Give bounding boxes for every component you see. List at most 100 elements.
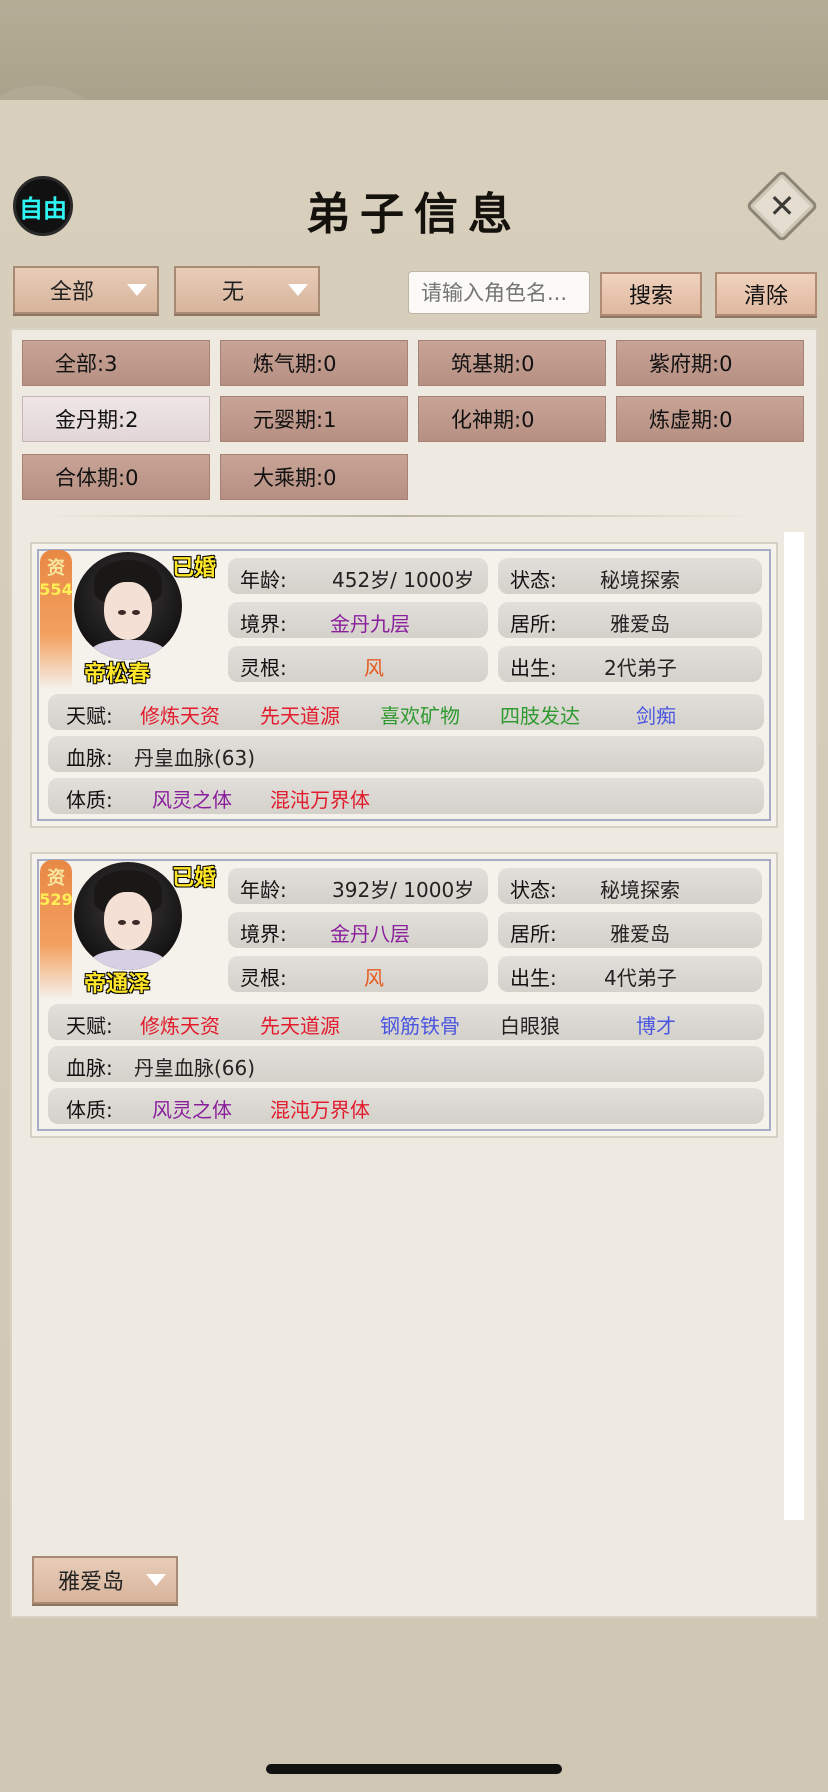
status-row: 状态: 秘境探索: [498, 558, 762, 594]
talent-tag[interactable]: 修炼天资: [140, 700, 220, 729]
category-dropdown[interactable]: 全部: [13, 266, 159, 314]
chevron-down-icon: [146, 1574, 166, 1586]
age-value: 452岁/ 1000岁: [332, 568, 475, 592]
birth-value: 2代弟子: [604, 656, 677, 680]
stage-filter-button[interactable]: 金丹期:2: [22, 396, 210, 442]
avatar[interactable]: [74, 862, 182, 970]
stage-filter-button[interactable]: 全部:3: [22, 340, 210, 386]
spirit-root-label: 灵根:: [240, 966, 287, 990]
bloodline-row: 血脉: 丹皇血脉(63): [48, 736, 764, 772]
residence-label: 居所:: [510, 922, 557, 946]
talent-tag[interactable]: 先天道源: [260, 1010, 340, 1039]
avatar-face: [104, 582, 152, 640]
stage-filter-button[interactable]: 合体期:0: [22, 454, 210, 500]
talent-row: 天赋: 修炼天资 先天道源 喜欢矿物 四肢发达 剑痴: [48, 694, 764, 730]
status-label: 状态:: [510, 878, 557, 902]
aptitude-badge: 资 529: [39, 860, 73, 1000]
physique-tag[interactable]: 混沌万界体: [270, 1094, 370, 1123]
birth-value: 4代弟子: [604, 966, 677, 990]
page-title: 弟子信息: [306, 189, 522, 240]
age-row: 年龄: 392岁/ 1000岁: [228, 868, 488, 904]
birth-row: 出生: 2代弟子: [498, 646, 762, 682]
avatar-eye: [118, 610, 126, 615]
physique-tag[interactable]: 风灵之体: [152, 784, 232, 813]
realm-label: 境界:: [240, 612, 287, 636]
residence-label: 居所:: [510, 612, 557, 636]
avatar[interactable]: [74, 552, 182, 660]
residence-row: 居所: 雅爱岛: [498, 912, 762, 948]
realm-label: 境界:: [240, 922, 287, 946]
location-dropdown[interactable]: 雅爱岛: [32, 1556, 178, 1604]
residence-value: 雅爱岛: [610, 612, 670, 636]
bloodline-row: 血脉: 丹皇血脉(66): [48, 1046, 764, 1082]
birth-label: 出生:: [510, 656, 557, 680]
spirit-root-row: 灵根: 风: [228, 646, 488, 682]
married-tag: 已婚: [172, 866, 217, 891]
talent-tag[interactable]: 喜欢矿物: [380, 700, 460, 729]
realm-row: 境界: 金丹八层: [228, 912, 488, 948]
chevron-down-icon: [127, 284, 147, 296]
physique-tag[interactable]: 混沌万界体: [270, 784, 370, 813]
disciple-name: 帝松春: [84, 662, 151, 687]
status-value: 秘境探索: [600, 878, 680, 902]
disciple-card[interactable]: 资 554 已婚 帝松春 年龄: 452岁/ 1000岁 状态: 秘境探索 境界…: [30, 542, 778, 828]
spirit-root-label: 灵根:: [240, 656, 287, 680]
disciple-card[interactable]: 资 529 已婚 帝通泽 年龄: 392岁/ 1000岁 状态: 秘境探索 境界…: [30, 852, 778, 1138]
status-value: 秘境探索: [600, 568, 680, 592]
talent-tag[interactable]: 白眼狼: [500, 1010, 560, 1039]
residence-value: 雅爱岛: [610, 922, 670, 946]
talent-tag[interactable]: 博才: [636, 1010, 676, 1039]
birth-row: 出生: 4代弟子: [498, 956, 762, 992]
aptitude-value: 529: [39, 890, 73, 909]
realm-row: 境界: 金丹九层: [228, 602, 488, 638]
talent-tag[interactable]: 钢筋铁骨: [380, 1010, 460, 1039]
physique-label: 体质:: [66, 1098, 113, 1122]
stage-filter-button[interactable]: 元婴期:1: [220, 396, 408, 442]
talent-tag[interactable]: 四肢发达: [500, 700, 580, 729]
avatar-face: [104, 892, 152, 950]
stage-filter-button[interactable]: 化神期:0: [418, 396, 606, 442]
talent-tag[interactable]: 修炼天资: [140, 1010, 220, 1039]
talent-tag[interactable]: 剑痴: [636, 700, 676, 729]
realm-value: 金丹九层: [330, 612, 410, 636]
aptitude-badge: 资 554: [39, 550, 73, 690]
search-button[interactable]: 搜索: [600, 272, 702, 316]
disciple-name: 帝通泽: [84, 972, 151, 997]
talent-tag[interactable]: 先天道源: [260, 700, 340, 729]
age-label: 年龄:: [240, 878, 287, 902]
birth-label: 出生:: [510, 966, 557, 990]
clear-button[interactable]: 清除: [715, 272, 817, 316]
scrollbar-track[interactable]: [784, 532, 804, 1520]
aptitude-label: 资: [47, 868, 65, 889]
physique-tag[interactable]: 风灵之体: [152, 1094, 232, 1123]
bloodline-value: 丹皇血脉(63): [134, 746, 256, 770]
talent-row: 天赋: 修炼天资 先天道源 钢筋铁骨 白眼狼 博才: [48, 1004, 764, 1040]
spirit-root-value: 风: [364, 656, 384, 680]
search-input[interactable]: [408, 271, 590, 314]
stage-filter-button[interactable]: 炼虚期:0: [616, 396, 804, 442]
avatar-eye: [118, 920, 126, 925]
age-value: 392岁/ 1000岁: [332, 878, 475, 902]
physique-label: 体质:: [66, 788, 113, 812]
chevron-down-icon: [288, 284, 308, 296]
stage-filter-button[interactable]: 炼气期:0: [220, 340, 408, 386]
bloodline-label: 血脉:: [66, 746, 113, 770]
home-indicator[interactable]: [266, 1764, 562, 1774]
stage-filter-button[interactable]: 大乘期:0: [220, 454, 408, 500]
status-row: 状态: 秘境探索: [498, 868, 762, 904]
talent-label: 天赋:: [66, 1014, 113, 1038]
spirit-root-row: 灵根: 风: [228, 956, 488, 992]
sub-filter-dropdown[interactable]: 无: [174, 266, 320, 314]
talent-label: 天赋:: [66, 704, 113, 728]
stage-filter-button[interactable]: 紫府期:0: [616, 340, 804, 386]
physique-row: 体质: 风灵之体 混沌万界体: [48, 1088, 764, 1124]
married-tag: 已婚: [172, 556, 217, 581]
avatar-eye: [132, 920, 140, 925]
stage-filter-button[interactable]: 筑基期:0: [418, 340, 606, 386]
bloodline-value: 丹皇血脉(66): [134, 1056, 256, 1080]
aptitude-label: 资: [47, 558, 65, 579]
status-label: 状态:: [510, 568, 557, 592]
avatar-eye: [132, 610, 140, 615]
residence-row: 居所: 雅爱岛: [498, 602, 762, 638]
age-label: 年龄:: [240, 568, 287, 592]
